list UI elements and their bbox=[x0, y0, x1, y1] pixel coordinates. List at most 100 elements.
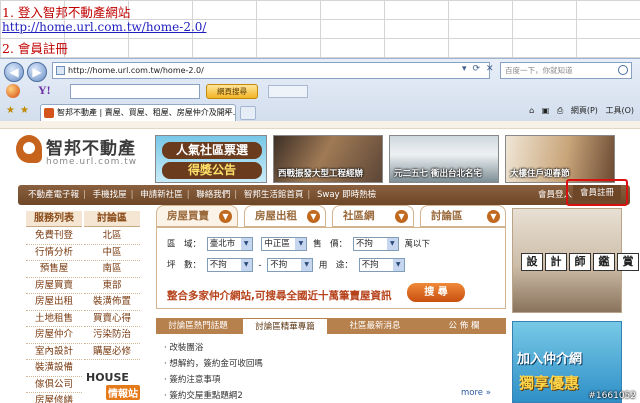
back-button[interactable]: ◀ bbox=[4, 62, 24, 82]
forum-item[interactable]: 購屋必修 bbox=[84, 344, 140, 360]
tab-bulletin[interactable]: 公 佈 欄 bbox=[422, 318, 506, 334]
menu-newsletter[interactable]: 不動產電子報 bbox=[28, 190, 79, 200]
designer-ad-char: 設 bbox=[521, 253, 543, 271]
site-menu-bar: 不動產電子報 | 手機找屋 | 申請新社區 | 聯絡我們 | 智邦生活館首頁 | Sway… bbox=[18, 185, 630, 205]
banner-photo-3[interactable]: 大樓住戶迎春節 bbox=[505, 135, 615, 183]
service-item[interactable]: 預售屋 bbox=[26, 261, 82, 278]
forum-panel: 討論區熱門話題 討論區精華專篇 社區最新消息 公 佈 欄 · 改裝團浴 · 想解… bbox=[156, 318, 506, 403]
banner-vote-line2: 得獎公告 bbox=[162, 162, 262, 179]
forum-item[interactable]: 買賣心得 bbox=[84, 311, 140, 327]
tab-rent[interactable]: 房屋出租 ▼ bbox=[244, 205, 326, 227]
forum-item[interactable]: 北區 bbox=[84, 228, 140, 245]
forum-item[interactable]: 中區 bbox=[84, 245, 140, 261]
service-item[interactable]: 行情分析 bbox=[26, 245, 82, 261]
tab-row: ★★ 智邦不動產 | 賣屋、買屋、租屋、房屋仲介及開平... × ⌂ ▣ ⎙ 網… bbox=[0, 102, 640, 122]
forum-list-items: · 改裝團浴 · 想解約，簽約金可收回嗎 · 簽約注意事項 · 簽約交屋重點題綱… bbox=[164, 340, 263, 403]
ie-icon[interactable] bbox=[6, 84, 20, 98]
banner-photo-1-caption: 西戰振發大型工程經辦 bbox=[278, 169, 364, 179]
designer-showcase-ad[interactable]: 設 計 師 鑑 賞 bbox=[512, 208, 639, 313]
menu-sway[interactable]: Sway 即時熱檢 bbox=[317, 190, 376, 200]
designer-ad-char: 師 bbox=[569, 253, 591, 271]
size-range-dash: - bbox=[258, 260, 262, 271]
address-bar-tools[interactable]: ▾⟳✕ bbox=[462, 64, 500, 74]
address-bar[interactable]: http://home.url.com.tw/home-2.0/ bbox=[52, 62, 490, 79]
tab-title: 智邦不動產 | 賣屋、買屋、租屋、房屋仲介及開平... bbox=[57, 108, 236, 117]
service-item[interactable]: 室內設計 bbox=[26, 344, 82, 360]
forum-item[interactable]: 污染防治 bbox=[84, 327, 140, 344]
search-input[interactable]: 百度一下，你就知道 bbox=[500, 62, 632, 79]
toolbar-misc-icon[interactable] bbox=[268, 85, 308, 98]
service-item[interactable]: 房屋修繕 bbox=[26, 393, 82, 403]
browser-tab[interactable]: 智邦不動產 | 賣屋、買屋、租屋、房屋仲介及開平... × bbox=[40, 104, 236, 122]
logo-name: 智邦不動產 bbox=[46, 139, 136, 159]
command-bar: ⌂ ▣ ⎙ 網頁(P) 工具(O) bbox=[524, 105, 634, 116]
tab-community[interactable]: 社區網 ▼ bbox=[332, 205, 414, 227]
designer-ad-char: 計 bbox=[545, 253, 567, 271]
forum-tabs: 討論區熱門話題 討論區精華專篇 社區最新消息 公 佈 欄 bbox=[156, 318, 506, 334]
service-item[interactable]: 房屋買賣 bbox=[26, 278, 82, 294]
page-menu[interactable]: 網頁(P) bbox=[571, 106, 598, 115]
forum-post-link[interactable]: · 簽約注意事項 bbox=[164, 372, 263, 388]
service-item[interactable]: 免費刊登 bbox=[26, 228, 82, 245]
house-info-badge[interactable]: HOUSE 情報站 bbox=[86, 367, 142, 401]
chevron-down-icon: ▼ bbox=[487, 210, 500, 223]
tab-hot-topics[interactable]: 討論區熱門話題 bbox=[156, 318, 240, 334]
feeds-icon[interactable]: ▣ bbox=[542, 106, 550, 115]
tab-community-news[interactable]: 社區最新消息 bbox=[330, 318, 420, 334]
service-list-heading: 服務列表 bbox=[26, 211, 82, 227]
size-from-select[interactable]: 不拘 bbox=[206, 258, 253, 272]
favorites-icon[interactable]: ★★ bbox=[6, 105, 34, 116]
site-url-link[interactable]: http://home.url.com.tw/home-2.0/ bbox=[2, 20, 206, 34]
menu-portal-home[interactable]: 智邦生活館首頁 bbox=[244, 190, 304, 200]
tab-featured[interactable]: 討論區精華專篇 bbox=[242, 318, 328, 334]
step-2-text: 2. 會員註冊 bbox=[2, 41, 68, 56]
forum-item[interactable]: 南區 bbox=[84, 261, 140, 278]
menu-contact[interactable]: 聯絡我們 bbox=[196, 190, 230, 200]
yahoo-search-field[interactable] bbox=[70, 84, 200, 99]
join-agent-line1: 加入仲介網 bbox=[517, 352, 583, 367]
forum-item[interactable]: 裝潢佈置 bbox=[84, 294, 140, 311]
more-link[interactable]: more » bbox=[461, 388, 491, 398]
forum-post-link[interactable]: · 想解約，簽約金可收回嗎 bbox=[164, 356, 263, 372]
menu-mobile[interactable]: 手機找屋 bbox=[93, 190, 127, 200]
service-item[interactable]: 傢俱公司 bbox=[26, 377, 82, 393]
service-item[interactable]: 房屋仲介 bbox=[26, 327, 82, 344]
new-tab-button[interactable] bbox=[240, 106, 256, 120]
member-register-button[interactable]: 會員註冊 bbox=[573, 185, 621, 201]
service-item[interactable]: 土地租售 bbox=[26, 311, 82, 327]
tab-forum[interactable]: 討論區 ▼ bbox=[420, 205, 506, 227]
yahoo-logo-icon[interactable]: Y! bbox=[38, 83, 51, 98]
site-logo[interactable]: 智邦不動產 home.url.com.tw bbox=[16, 133, 146, 183]
tab-community-label: 社區網 bbox=[343, 210, 375, 222]
service-list: 免費刊登 行情分析 預售屋 房屋買賣 房屋出租 土地租售 房屋仲介 室內設計 裝… bbox=[26, 228, 82, 403]
use-label: 用 途： bbox=[318, 260, 353, 271]
close-tab-icon[interactable]: × bbox=[223, 105, 231, 121]
page-icon bbox=[56, 66, 65, 75]
use-select[interactable]: 不拘 bbox=[358, 258, 405, 272]
district-select[interactable]: 中正區 bbox=[261, 237, 308, 251]
print-icon[interactable]: ⎙ bbox=[557, 106, 563, 115]
forum-list-heading: 討論區 bbox=[84, 211, 140, 227]
banner-photo-1[interactable]: 西戰振發大型工程經辦 bbox=[273, 135, 383, 183]
address-text: http://home.url.com.tw/home-2.0/ bbox=[68, 66, 204, 75]
banner-photo-2[interactable]: 元二五七 衝出台北名宅 bbox=[389, 135, 499, 183]
forum-post-link[interactable]: · 簽約交屋重點題綱2 bbox=[164, 388, 263, 403]
tools-menu[interactable]: 工具(O) bbox=[605, 106, 634, 115]
tab-buy-sell[interactable]: 房屋買賣 ▼ bbox=[156, 205, 238, 227]
service-item[interactable]: 房屋出租 bbox=[26, 294, 82, 311]
forum-item[interactable]: 東部 bbox=[84, 278, 140, 294]
forum-post-link[interactable]: · 改裝團浴 bbox=[164, 340, 263, 356]
size-to-select[interactable]: 不拘 bbox=[267, 258, 314, 272]
forum-list: 北區 中區 南區 東部 裝潢佈置 買賣心得 污染防治 購屋必修 bbox=[84, 228, 140, 360]
banner-vote[interactable]: 人氣社區票選 得獎公告 bbox=[155, 135, 267, 183]
service-item[interactable]: 裝潢設備 bbox=[26, 360, 82, 377]
search-button[interactable]: 搜 尋 bbox=[407, 283, 465, 302]
city-select[interactable]: 臺北市 bbox=[206, 237, 253, 251]
price-select[interactable]: 不拘 bbox=[352, 237, 399, 251]
home-icon[interactable]: ⌂ bbox=[529, 106, 534, 115]
forward-button[interactable]: ▶ bbox=[27, 62, 47, 82]
search-icon[interactable] bbox=[618, 65, 628, 75]
browser-chrome: ◀ ▶ http://home.url.com.tw/home-2.0/ ▾⟳✕… bbox=[0, 58, 640, 122]
menu-apply-community[interactable]: 申請新社區 bbox=[140, 190, 183, 200]
yahoo-search-button[interactable]: 網頁搜尋 bbox=[206, 84, 258, 99]
